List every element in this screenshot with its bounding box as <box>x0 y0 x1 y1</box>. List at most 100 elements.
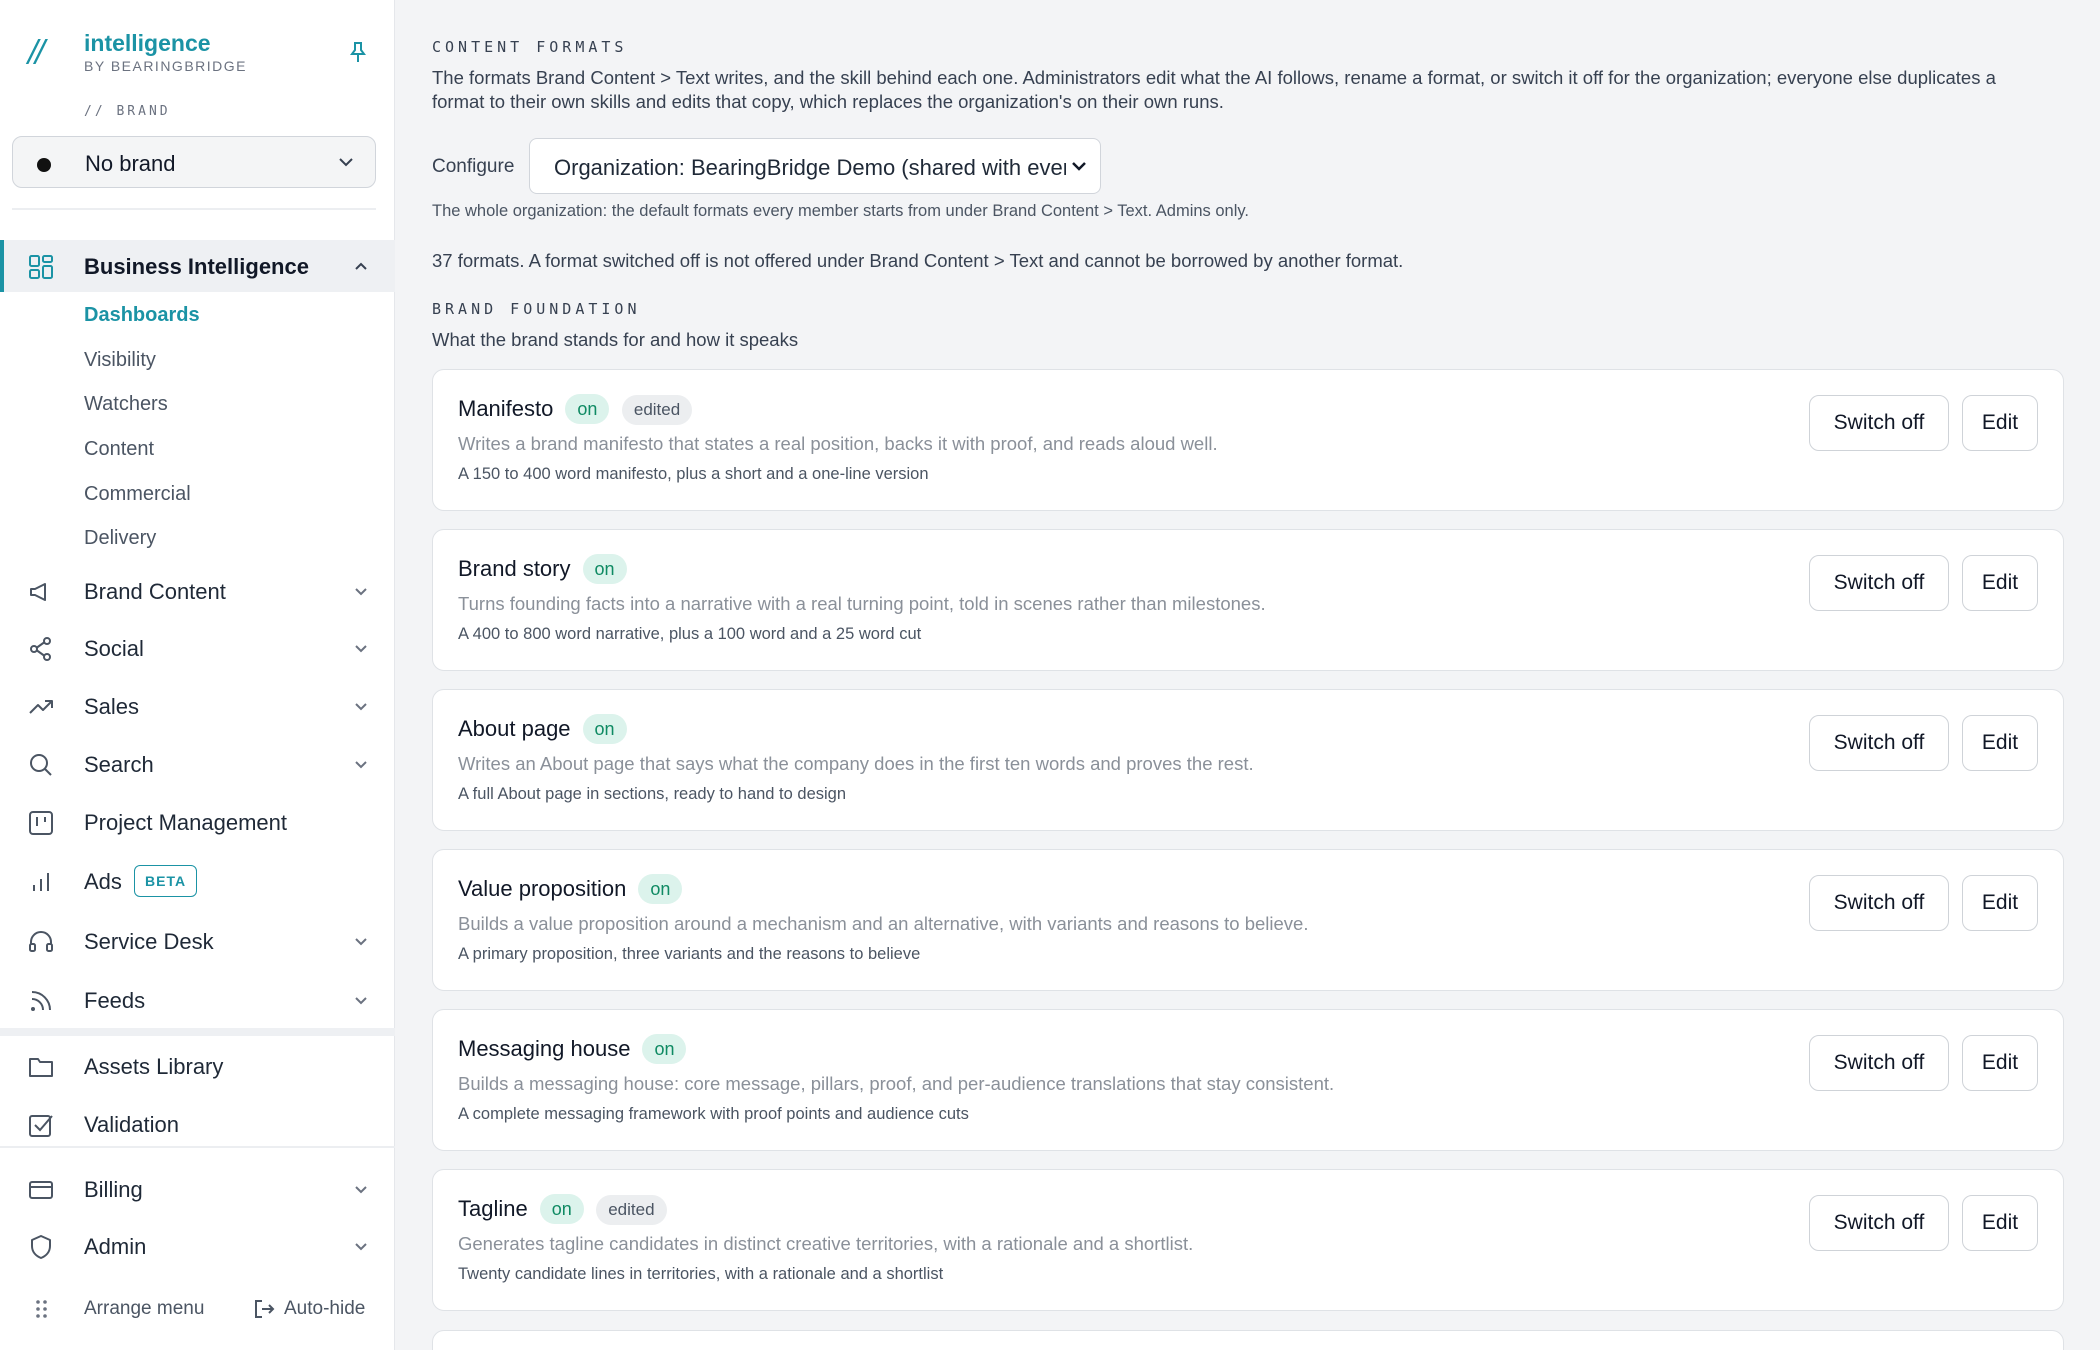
trending-up-icon <box>29 700 53 714</box>
status-badge-edited: edited <box>621 395 693 425</box>
sidebar-item-sales[interactable]: Sales <box>0 680 395 732</box>
format-badges: on <box>638 874 690 904</box>
status-badge-on: on <box>539 1194 584 1224</box>
format-output: A complete messaging framework with proo… <box>458 1105 969 1123</box>
sidebar-item-social[interactable]: Social <box>0 622 395 674</box>
brand-select[interactable]: No brand <box>12 136 376 188</box>
format-output: A 150 to 400 word manifesto, plus a shor… <box>458 465 929 483</box>
headset-icon <box>29 931 53 952</box>
switch-off-button[interactable]: Switch off <box>1809 715 1949 771</box>
app-logo[interactable]: // intelligence BY BEARINGBRIDGE <box>28 28 368 88</box>
format-badges: on edited <box>539 1194 667 1225</box>
chevron-down-icon <box>339 158 353 167</box>
sidebar-item-business-intelligence[interactable]: Business Intelligence <box>0 240 395 292</box>
sidebar-section-divider <box>0 1028 395 1036</box>
edit-button[interactable]: Edit <box>1962 395 2038 451</box>
sidebar-item-label: Assets Library <box>84 1054 224 1079</box>
format-output: Twenty candidate lines in territories, w… <box>458 1265 944 1283</box>
chevron-up-icon <box>355 262 367 270</box>
chevron-down-icon <box>355 938 367 946</box>
status-badge-edited: edited <box>596 1195 667 1225</box>
brand-section-label: // BRAND <box>84 104 171 119</box>
switch-off-button[interactable]: Switch off <box>1809 875 1949 931</box>
brand-select-value: No brand <box>85 151 176 176</box>
sidebar-subitem-visibility[interactable]: Visibility <box>84 349 156 372</box>
format-title: Tagline <box>458 1196 528 1221</box>
format-title: Brand story <box>458 556 571 581</box>
pin-icon[interactable] <box>348 40 368 64</box>
section-heading: BRAND FOUNDATION <box>432 300 641 318</box>
sidebar-item-admin[interactable]: Admin <box>0 1220 395 1272</box>
chevron-down-icon <box>355 703 367 711</box>
sidebar-item-search[interactable]: Search <box>0 738 395 790</box>
edit-button[interactable]: Edit <box>1962 1195 2038 1251</box>
sidebar-subitem-content[interactable]: Content <box>84 438 154 461</box>
page-title: CONTENT FORMATS <box>432 38 628 56</box>
configure-select-value: Organization: BearingBridge Demo (shared… <box>554 155 1066 180</box>
edit-button[interactable]: Edit <box>1962 1035 2038 1091</box>
switch-off-button[interactable]: Switch off <box>1809 1035 1949 1091</box>
sidebar-item-label: Social <box>84 636 144 661</box>
exit-icon <box>255 1300 275 1318</box>
sidebar-item-label: Service Desk <box>84 929 214 954</box>
chevron-down-icon <box>355 761 367 769</box>
switch-off-button[interactable]: Switch off <box>1809 555 1949 611</box>
format-card: Manifesto on edited Writes a brand manif… <box>432 369 2064 511</box>
format-card: Brand story on Turns founding facts into… <box>432 529 2064 671</box>
arrange-menu-button[interactable]: Arrange menu <box>84 1298 204 1320</box>
sidebar-item-validation[interactable]: Validation <box>0 1098 395 1150</box>
configure-select[interactable]: Organization: BearingBridge Demo (shared… <box>529 138 1101 194</box>
dashboard-grid-icon <box>29 255 53 279</box>
switch-off-button[interactable]: Switch off <box>1809 395 1949 451</box>
edit-button[interactable]: Edit <box>1962 875 2038 931</box>
format-title: Value proposition <box>458 876 627 901</box>
format-badges: on <box>582 554 635 584</box>
sidebar-subitem-dashboards[interactable]: Dashboards <box>84 304 200 327</box>
sidebar-item-brand-content[interactable]: Brand Content <box>0 565 395 617</box>
format-description: Builds a messaging house: core message, … <box>458 1073 1335 1094</box>
switch-off-button[interactable]: Switch off <box>1809 1195 1949 1251</box>
format-badges: on edited <box>565 394 693 425</box>
sidebar-footer: Arrange menu Auto-hide <box>0 1290 395 1330</box>
shield-icon <box>31 1235 51 1259</box>
edit-button[interactable]: Edit <box>1962 555 2038 611</box>
format-card: Tagline on edited Generates tagline cand… <box>432 1169 2064 1311</box>
status-badge-on: on <box>638 874 683 904</box>
app-by-line: BY BEARINGBRIDGE <box>84 58 248 74</box>
format-card: About page on Writes an About page that … <box>432 689 2064 831</box>
auto-hide-button[interactable]: Auto-hide <box>284 1298 365 1320</box>
drag-handle-icon[interactable] <box>34 1298 50 1320</box>
sidebar-item-service-desk[interactable]: Service Desk <box>0 915 395 967</box>
chevron-down-icon <box>355 1243 367 1251</box>
sidebar-subitem-delivery[interactable]: Delivery <box>84 527 156 550</box>
sidebar-item-label: Ads <box>84 869 122 894</box>
chevron-down-icon <box>355 997 367 1005</box>
sidebar: // intelligence BY BEARINGBRIDGE // BRAN… <box>0 0 395 1350</box>
credit-card-icon <box>29 1181 53 1199</box>
rss-icon <box>31 991 51 1011</box>
sidebar-item-project-management[interactable]: Project Management <box>0 796 395 848</box>
sidebar-subitem-commercial[interactable]: Commercial <box>84 483 191 506</box>
sidebar-item-feeds[interactable]: Feeds <box>0 974 395 1026</box>
configure-note: The whole organization: the default form… <box>432 202 1249 220</box>
search-icon <box>30 754 52 776</box>
status-badge-on: on <box>565 394 610 424</box>
kanban-icon <box>29 811 53 835</box>
logo-mark: // <box>28 34 45 69</box>
status-badge-on: on <box>642 1034 687 1064</box>
format-card: Value proposition on Builds a value prop… <box>432 849 2064 991</box>
sidebar-item-billing[interactable]: Billing <box>0 1163 395 1215</box>
format-description: Writes an About page that says what the … <box>458 753 1254 774</box>
chevron-down-icon <box>355 588 367 596</box>
sidebar-subitem-watchers[interactable]: Watchers <box>84 393 168 416</box>
folder-icon <box>29 1058 53 1077</box>
edit-button[interactable]: Edit <box>1962 715 2038 771</box>
section-subheading: What the brand stands for and how it spe… <box>432 329 799 350</box>
sidebar-item-ads[interactable]: Ads BETA <box>0 855 395 907</box>
sidebar-item-label: Search <box>84 752 154 777</box>
intro-line-2: format to their own skills and edits tha… <box>432 91 1224 112</box>
brand-dot-icon <box>37 158 51 172</box>
sidebar-divider <box>12 208 376 210</box>
sidebar-item-assets-library[interactable]: Assets Library <box>0 1040 395 1092</box>
format-output: A primary proposition, three variants an… <box>458 945 921 963</box>
